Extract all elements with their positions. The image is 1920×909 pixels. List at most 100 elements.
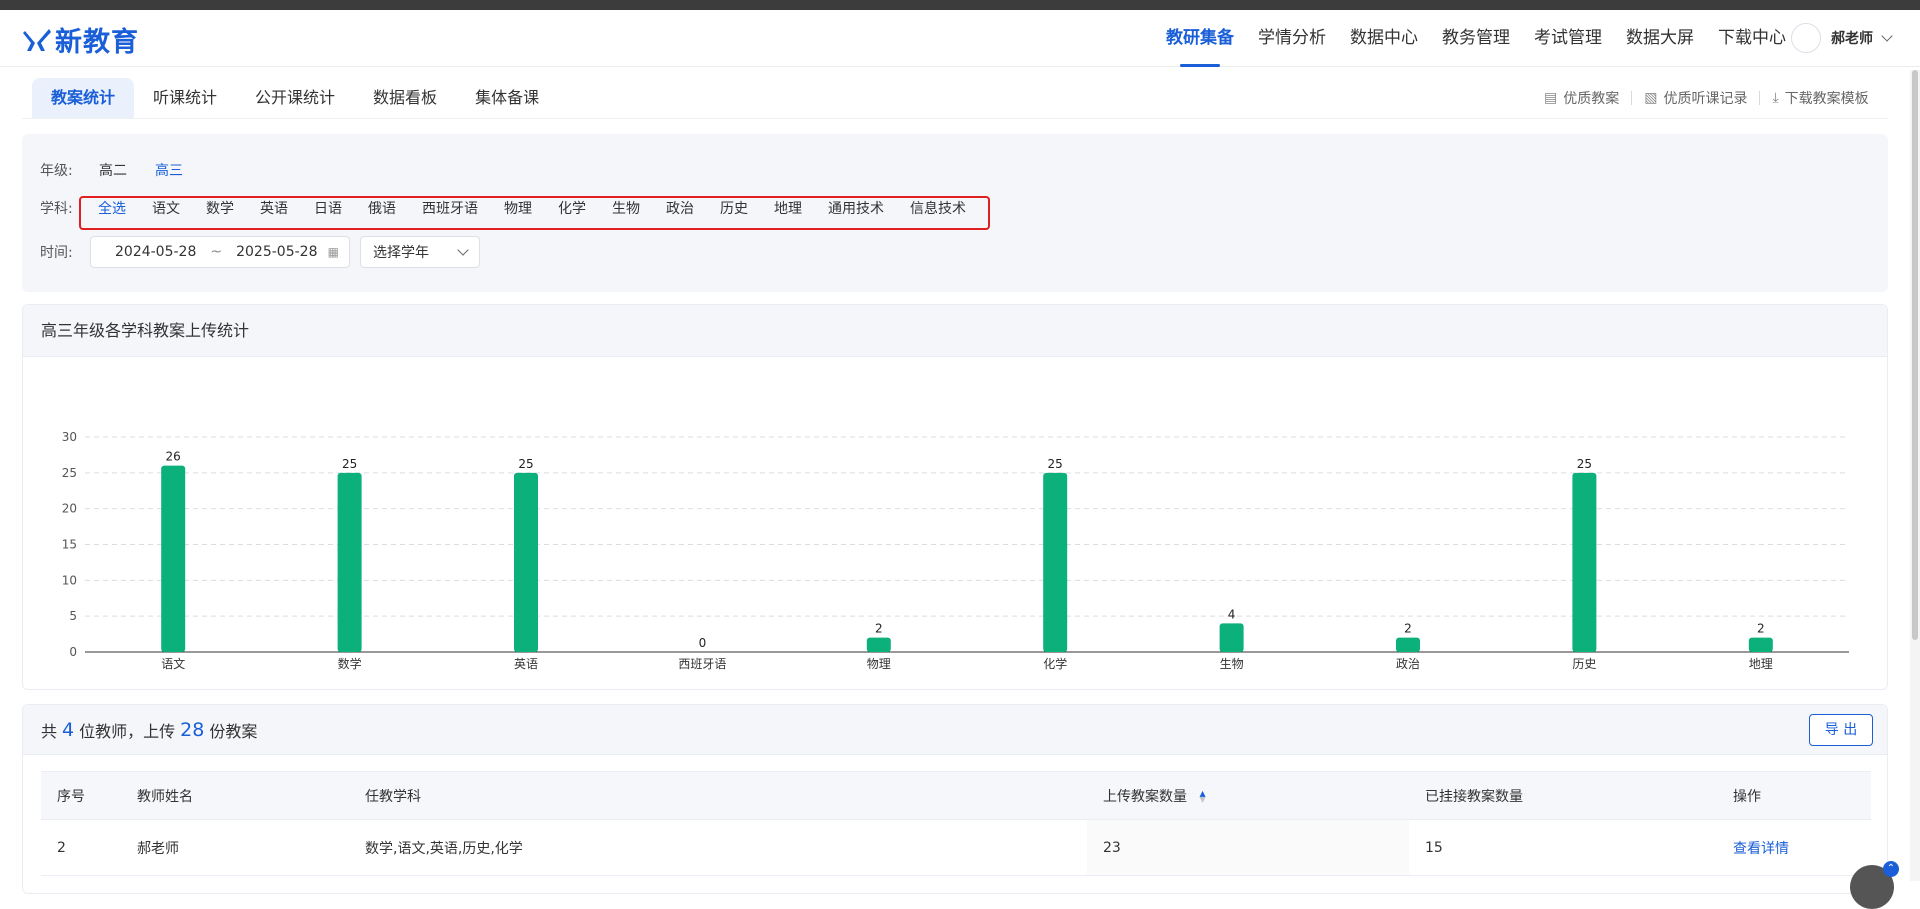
x-tick-label: 政治 [1396,657,1420,671]
data-label: 25 [342,457,357,471]
subject-highlight-box [79,196,990,230]
divider [1759,91,1761,105]
y-tick-label: 5 [69,609,77,623]
download-icon: ⤓ [1772,90,1779,106]
nav-jiaowuguanli[interactable]: 教务管理 [1442,10,1510,67]
x-tick-label: 英语 [514,657,538,671]
date-separator: ~ [210,244,223,260]
grade-label: 年级: [40,163,73,179]
table-row: 2 郝老师 数学,语文,英语,历史,化学 23 15 查看详情 [41,819,1871,876]
col-uploaded[interactable]: 上传教案数量 ▲ ▼ [1087,771,1409,820]
date-start[interactable]: 2024-05-28 [115,244,196,260]
page-scrollbar[interactable] [1910,70,1920,881]
sort-icon[interactable]: ▲ ▼ [1199,789,1205,803]
quick-links: ▤ 优质教案 ▧ 优质听课记录 ⤓ 下载教案模板 [1544,88,1869,108]
nav-shujuzhongxin[interactable]: 数据中心 [1350,10,1418,67]
data-label: 4 [1228,607,1236,621]
cell-uploaded: 23 [1087,819,1409,876]
x-tick-label: 语文 [161,656,185,671]
bar-chart: 0 5 10 15 20 25 30 26 语文 25 数学 25 英语 0 西班牙语 2 物理 25 化学 4 生物 2… [62,430,1849,671]
y-tick-label: 30 [62,430,77,444]
link-youzhi-jiaoan[interactable]: ▤ 优质教案 [1544,88,1619,108]
nav-xiazaizhongxin[interactable]: 下载中心 [1718,10,1786,67]
summary-line: 共 4 位教师，上传 28 份教案 导 出 [23,705,1887,755]
data-label: 2 [1757,622,1765,636]
x-tick-label: 化学 [1043,656,1067,671]
clipboard-icon: ▤ [1544,90,1558,106]
link-youzhi-tingke[interactable]: ▧ 优质听课记录 [1644,88,1747,108]
bar [1396,637,1420,652]
cell-subjects: 数学,语文,英语,历史,化学 [349,819,1087,876]
arrow-up-icon[interactable]: ⌃ [1883,861,1899,877]
nav-jiaoyanjibei[interactable]: 教研集备 [1166,10,1234,67]
bar [1748,637,1773,652]
summary-suffix: 份教案 [209,721,258,741]
summary-prefix: 共 [41,721,58,741]
col-linked: 已挂接教案数量 [1409,771,1717,820]
y-tick-label: 15 [62,538,77,552]
x-tick-label: 历史 [1572,657,1596,671]
date-range-picker[interactable]: 2024-05-28 ~ 2025-05-28 ▦ [90,236,350,268]
link-download-template-label: 下载教案模板 [1784,91,1869,107]
grade-option-gaoer[interactable]: 高二 [99,160,127,180]
link-youzhi-jiaoan-label: 优质教案 [1563,91,1620,107]
sub-tabs: 教案统计 听课统计 公开课统计 数据看板 集体备课 [32,78,558,118]
data-label: 25 [1048,457,1063,471]
table-header-row: 序号 教师姓名 任教学科 上传教案数量 ▲ ▼ 已挂接教案数量 操作 [41,771,1871,820]
cell-index: 2 [41,819,121,876]
link-download-template[interactable]: ⤓ 下载教案模板 [1772,88,1868,108]
date-end[interactable]: 2025-05-28 [236,244,317,260]
tab-gongkaike-tongji[interactable]: 公开课统计 [236,78,354,118]
cell-action: 查看详情 [1717,819,1871,876]
data-label: 0 [699,636,707,650]
tab-jiaoan-tongji[interactable]: 教案统计 [32,78,135,118]
tab-jiti-beike[interactable]: 集体备课 [456,78,558,118]
school-year-placeholder: 选择学年 [373,245,429,261]
tab-shuju-kanban[interactable]: 数据看板 [354,78,456,118]
logo-text: 新教育 [55,27,139,58]
teacher-table: 序号 教师姓名 任教学科 上传教案数量 ▲ ▼ 已挂接教案数量 操作 2 郝老师 … [41,771,1871,876]
avatar[interactable] [1791,23,1821,53]
nav-xueqingfenxi[interactable]: 学情分析 [1258,10,1326,67]
grade-option-gaosan[interactable]: 高三 [155,160,183,180]
bar [1043,472,1068,652]
bar [161,465,186,652]
link-youzhi-tingke-label: 优质听课记录 [1663,91,1748,107]
tab-tingke-tongji[interactable]: 听课统计 [134,78,236,118]
x-tick-label: 数学 [338,656,362,671]
bar [1219,623,1244,652]
school-year-select[interactable]: 选择学年 [360,236,480,268]
chart-title: 高三年级各学科教案上传统计 [23,305,1887,357]
time-label: 时间: [40,245,73,261]
cell-teacher: 郝老师 [121,819,349,876]
scroll-thumb[interactable] [1912,70,1918,640]
user-name[interactable]: 郝老师 [1831,28,1873,48]
document-icon: ▧ [1644,90,1658,106]
chevron-down-icon [457,243,469,256]
user-menu[interactable]: 郝老师 [1791,23,1893,53]
brand-logo[interactable]: 新教育 [22,20,139,59]
data-label: 25 [518,457,533,471]
bar [337,472,362,652]
window-top-strip [0,0,1920,10]
x-tick-label: 生物 [1220,657,1244,671]
y-tick-label: 25 [62,466,77,480]
x-tick-label: 地理 [1749,657,1773,671]
app-header: 新教育 教研集备 学情分析 数据中心 教务管理 考试管理 数据大屏 下载中心 郝… [0,10,1920,67]
nav-kaoshiguanli[interactable]: 考试管理 [1534,10,1602,67]
view-details-link[interactable]: 查看详情 [1733,841,1789,857]
col-index: 序号 [41,771,121,820]
grade-options: 高二 高三 [99,160,211,180]
y-tick-label: 10 [62,573,77,587]
y-tick-label: 20 [62,502,77,516]
col-uploaded-label: 上传教案数量 [1103,788,1187,805]
chart-card: 高三年级各学科教案上传统计 0 5 10 15 20 25 30 26 语文 25 数学 25 英语 0 西… [22,304,1888,690]
nav-shujudaping[interactable]: 数据大屏 [1626,10,1694,67]
x-tick-label: 西班牙语 [678,657,726,671]
subject-label: 学科: [40,201,73,217]
chevron-down-icon[interactable] [1881,29,1893,42]
teacher-table-card: 共 4 位教师，上传 28 份教案 导 出 序号 教师姓名 任教学科 上传教案数… [22,704,1888,894]
export-button[interactable]: 导 出 [1809,714,1873,746]
calendar-icon[interactable]: ▦ [328,245,339,259]
summary-mid: 位教师，上传 [79,721,176,741]
